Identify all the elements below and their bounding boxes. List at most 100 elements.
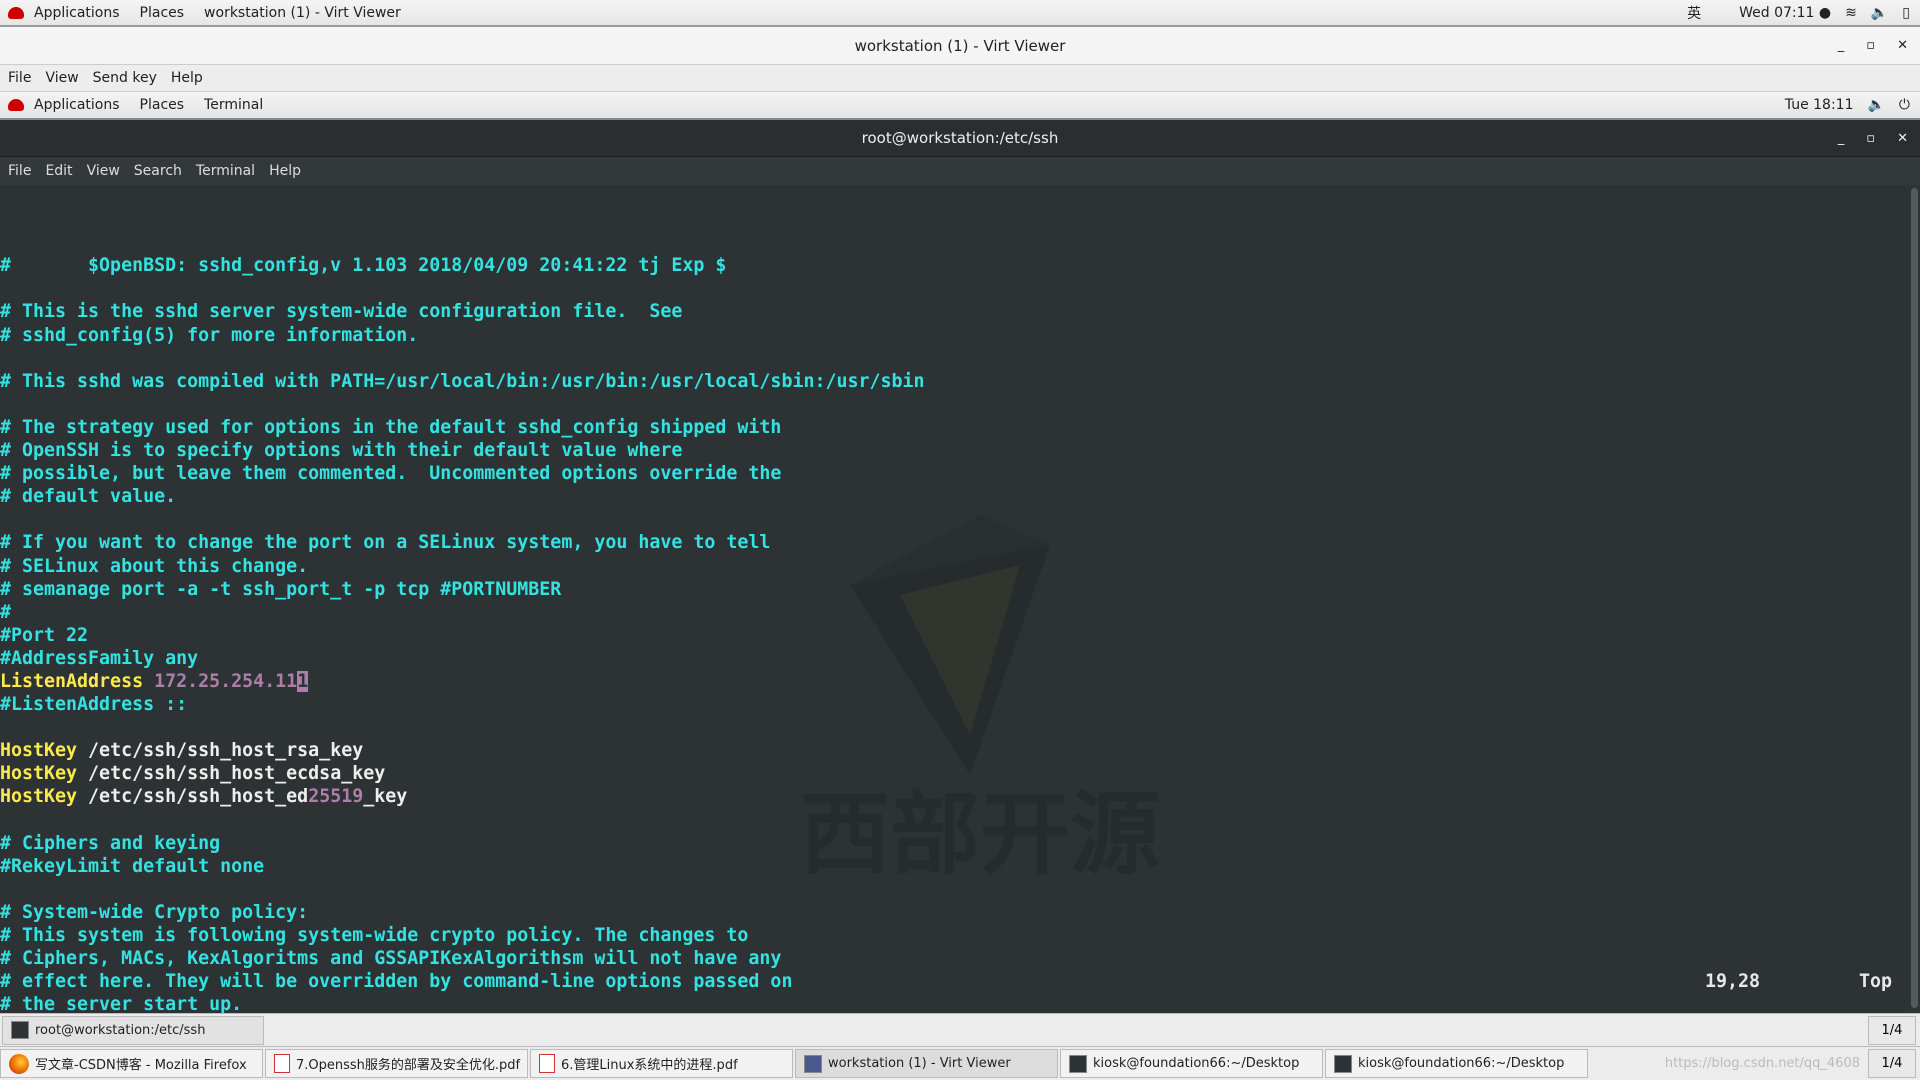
maximize-button[interactable]: ▫ xyxy=(1866,38,1875,53)
monitor-icon xyxy=(804,1054,822,1073)
editor-line: #ListenAddress :: xyxy=(0,693,1904,716)
input-method-indicator[interactable]: 英 xyxy=(1687,3,1701,23)
close-button[interactable]: ✕ xyxy=(1897,38,1908,53)
line-segment: # This system is following system-wide c… xyxy=(0,925,749,946)
places-menu[interactable]: Places xyxy=(130,5,195,21)
line-segment: ListenAddress xyxy=(0,670,144,692)
line-segment: # This is the sshd server system-wide co… xyxy=(0,301,683,323)
guest-taskbar: root@workstation:/etc/ssh 1/4 xyxy=(0,1013,1920,1046)
editor-line: # This system is following system-wide c… xyxy=(0,924,1904,947)
guest-top-bar: Applications Places Terminal Tue 18:11 🔈… xyxy=(0,92,1920,120)
volume-icon[interactable]: 🔈 xyxy=(1871,5,1888,21)
editor-line: # the server start up. xyxy=(0,993,1904,1013)
viewer-menu-help[interactable]: Help xyxy=(163,70,209,86)
guest-applications-menu[interactable]: Applications xyxy=(24,97,130,113)
csdn-watermark: https://blog.csdn.net/qq_4608 xyxy=(1664,1056,1860,1071)
pdf-icon xyxy=(539,1054,555,1073)
editor-line: # System-wide Crypto policy: xyxy=(0,901,1904,924)
line-segment: #ListenAddress :: xyxy=(0,694,188,716)
close-button[interactable]: ✕ xyxy=(1897,131,1908,146)
line-segment: # OpenSSH is to specify options with the… xyxy=(0,440,683,462)
host-task-virt-viewer[interactable]: workstation (1) - Virt Viewer xyxy=(795,1049,1058,1078)
task-label: kiosk@foundation66:~/Desktop xyxy=(1358,1056,1565,1071)
line-segment: # This sshd was compiled with PATH=/usr/… xyxy=(0,370,925,392)
host-taskbar: 写文章-CSDN博客 - Mozilla Firefox 7.Openssh服务… xyxy=(0,1046,1920,1080)
line-segment: # semanage port -a -t ssh_port_t -p tcp … xyxy=(0,578,562,600)
line-segment: # Ciphers, MACs, KexAlgoritms and GSSAPI… xyxy=(0,948,782,970)
guest-clock[interactable]: Tue 18:11 xyxy=(1785,97,1854,113)
host-task-firefox[interactable]: 写文章-CSDN博客 - Mozilla Firefox xyxy=(0,1049,263,1078)
editor-line: # $OpenBSD: sshd_config,v 1.103 2018/04/… xyxy=(0,254,1904,277)
host-workspace-pager[interactable]: 1/4 xyxy=(1868,1049,1916,1078)
editor-line: HostKey /etc/ssh/ssh_host_ecdsa_key xyxy=(0,762,1904,785)
editor-line: HostKey /etc/ssh/ssh_host_ed25519_key xyxy=(0,785,1904,808)
editor-line: #AddressFamily any xyxy=(0,647,1904,670)
wifi-icon[interactable]: ≋ xyxy=(1845,5,1857,21)
editor-line: # If you want to change the port on a SE… xyxy=(0,531,1904,554)
cursor-position: 19,28 xyxy=(1705,971,1761,992)
line-segment: #Port 22 xyxy=(0,624,89,646)
viewer-menu-view[interactable]: View xyxy=(37,70,84,86)
editor-line: # semanage port -a -t ssh_port_t -p tcp … xyxy=(0,578,1904,601)
applications-menu[interactable]: Applications xyxy=(24,5,130,21)
viewer-menu-file[interactable]: File xyxy=(0,70,37,86)
line-segment: # System-wide Crypto policy: xyxy=(0,901,309,923)
minimize-button[interactable]: _ xyxy=(1838,38,1845,53)
editor-line: #Port 22 xyxy=(0,624,1904,647)
active-window-label[interactable]: workstation (1) - Virt Viewer xyxy=(194,5,411,21)
volume-icon[interactable]: 🔈 xyxy=(1867,97,1884,113)
redhat-icon xyxy=(8,6,24,19)
workspace-pager[interactable]: 1/4 xyxy=(1868,1015,1916,1045)
viewer-menu-send-key[interactable]: Send key xyxy=(85,70,163,86)
line-segment: /etc/ssh/ssh_host_ecdsa_key xyxy=(77,763,386,785)
terminal-menu-search[interactable]: Search xyxy=(126,163,188,179)
line-segment: # If you want to change the port on a SE… xyxy=(0,532,771,554)
redhat-icon xyxy=(8,99,24,111)
line-segment: # possible, but leave them commented. Un… xyxy=(0,463,782,485)
host-top-bar: Applications Places workstation (1) - Vi… xyxy=(0,0,1920,27)
editor-line: # Ciphers and keying xyxy=(0,832,1904,855)
editor-line: HostKey /etc/ssh/ssh_host_rsa_key xyxy=(0,739,1904,762)
maximize-button[interactable]: ▫ xyxy=(1866,131,1875,146)
line-segment: #RekeyLimit default none xyxy=(0,855,265,877)
power-icon[interactable]: ⏻ xyxy=(1899,97,1910,113)
line-segment: 25519 xyxy=(308,786,364,808)
editor-line: # OpenSSH is to specify options with the… xyxy=(0,439,1904,462)
line-segment: # the server start up. xyxy=(0,994,243,1013)
vim-status-line: 19,28 Top xyxy=(0,970,1904,994)
terminal-titlebar: root@workstation:/etc/ssh _ ▫ ✕ xyxy=(0,120,1920,157)
terminal-content[interactable]: 西部开源 # $OpenBSD: sshd_config,v 1.103 201… xyxy=(0,185,1904,1013)
line-segment: # $OpenBSD: sshd_config,v 1.103 2018/04/… xyxy=(0,255,727,277)
editor-line: ListenAddress 172.25.254.111 xyxy=(0,670,1904,693)
host-task-terminal-2[interactable]: kiosk@foundation66:~/Desktop xyxy=(1325,1049,1588,1078)
clock[interactable]: Wed 07:11 ● xyxy=(1739,5,1831,21)
terminal-menu-terminal[interactable]: Terminal xyxy=(188,163,261,179)
minimize-button[interactable]: _ xyxy=(1838,131,1845,146)
terminal-menu-view[interactable]: View xyxy=(79,163,126,179)
terminal-scrollbar[interactable] xyxy=(1911,188,1918,1008)
host-task-pdf-process[interactable]: 6.管理Linux系统中的进程.pdf xyxy=(530,1049,793,1078)
terminal-menu-help[interactable]: Help xyxy=(261,163,307,179)
pdf-icon xyxy=(274,1054,290,1073)
terminal-menu-edit[interactable]: Edit xyxy=(37,163,78,179)
editor-line: # This is the sshd server system-wide co… xyxy=(0,300,1904,323)
guest-task-terminal[interactable]: root@workstation:/etc/ssh xyxy=(2,1015,264,1045)
task-label: kiosk@foundation66:~/Desktop xyxy=(1093,1056,1300,1071)
line-segment: # sshd_config(5) for more information. xyxy=(0,324,419,346)
line-segment: # SELinux about this change. xyxy=(0,555,309,577)
firefox-icon xyxy=(9,1053,29,1074)
terminal-menubar: File Edit View Search Terminal Help xyxy=(0,157,1920,185)
host-task-pdf-openssh[interactable]: 7.Openssh服务的部署及安全优化.pdf xyxy=(265,1049,528,1078)
terminal-menu-file[interactable]: File xyxy=(0,163,37,179)
guest-places-menu[interactable]: Places xyxy=(130,97,195,113)
host-task-terminal-1[interactable]: kiosk@foundation66:~/Desktop xyxy=(1060,1049,1323,1078)
task-label: 写文章-CSDN博客 - Mozilla Firefox xyxy=(35,1058,247,1073)
editor-line: # xyxy=(0,601,1904,624)
battery-icon[interactable]: ▯ xyxy=(1902,5,1910,21)
editor-line: # This sshd was compiled with PATH=/usr/… xyxy=(0,370,1904,393)
guest-terminal-menu[interactable]: Terminal xyxy=(194,97,273,113)
